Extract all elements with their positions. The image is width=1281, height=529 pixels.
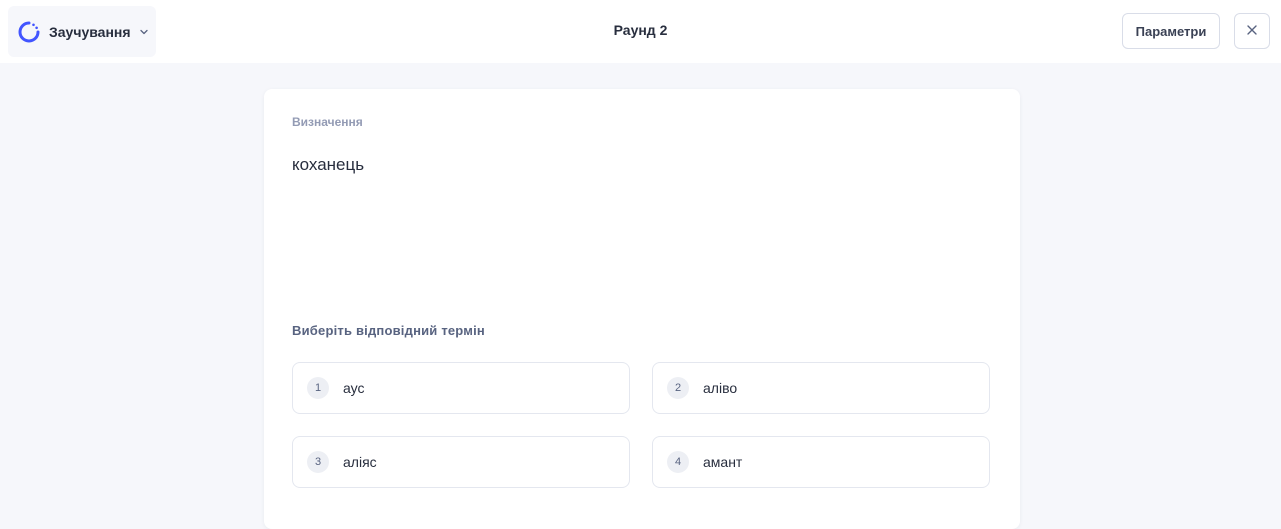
close-icon <box>1246 24 1258 39</box>
answer-option-4[interactable]: 4 амант <box>652 436 990 488</box>
answer-option-3[interactable]: 3 аліяс <box>292 436 630 488</box>
answer-number: 2 <box>667 377 689 399</box>
answer-number: 1 <box>307 377 329 399</box>
top-bar: Заучування Раунд 2 Параметри <box>0 0 1281 63</box>
options-button[interactable]: Параметри <box>1122 13 1220 49</box>
question-card: Визначення коханець Виберіть відповідний… <box>264 89 1020 529</box>
answer-number: 4 <box>667 451 689 473</box>
round-title: Раунд 2 <box>613 22 668 38</box>
answer-number: 3 <box>307 451 329 473</box>
answer-option-2[interactable]: 2 аліво <box>652 362 990 414</box>
answer-text: аліво <box>703 380 738 396</box>
answer-text: аус <box>343 380 365 396</box>
answer-option-1[interactable]: 1 аус <box>292 362 630 414</box>
definition-text: коханець <box>292 155 365 174</box>
answer-text: аліяс <box>343 454 377 470</box>
answer-prompt: Виберіть відповідний термін <box>292 323 485 338</box>
definition-label: Визначення <box>292 115 363 129</box>
answer-text: амант <box>703 454 743 470</box>
close-button[interactable] <box>1234 13 1270 49</box>
